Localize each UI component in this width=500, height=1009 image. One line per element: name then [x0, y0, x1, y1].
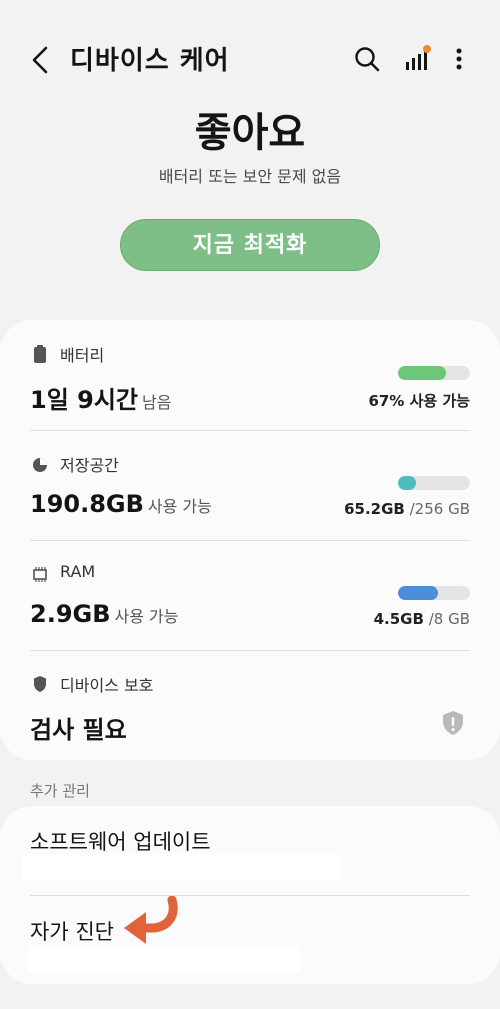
memory-chip-icon	[33, 567, 47, 582]
ram-value: 2.9GB 사용 가능	[30, 600, 179, 628]
more-vertical-icon[interactable]	[448, 44, 470, 74]
battery-label: 배터리	[60, 346, 105, 365]
divider	[30, 650, 470, 651]
battery-value: 1일 9시간 남음	[30, 386, 172, 414]
page-title: 디바이스 케어	[70, 46, 230, 76]
storage-label: 저장공간	[60, 456, 119, 475]
storage-value: 190.8GB 사용 가능	[30, 490, 212, 518]
storage-unit: 사용 가능	[147, 497, 212, 516]
optimize-now-button[interactable]: 지금 최적화	[120, 219, 380, 271]
software-update-item[interactable]: 소프트웨어 업데이트	[30, 826, 211, 856]
extra-management-card: 소프트웨어 업데이트 자가 진단	[0, 806, 500, 984]
divider	[30, 895, 470, 896]
battery-bar	[398, 366, 470, 380]
section-label-extra: 추가 관리	[30, 782, 90, 800]
status-title: 좋아요	[194, 110, 306, 156]
device-status-card: 배터리 1일 9시간 남음 67% 사용 가능 저장공간 190.8GB 사용 가능…	[0, 320, 500, 760]
back-arrow-icon[interactable]	[26, 44, 54, 76]
signal-bars-icon[interactable]	[402, 44, 432, 74]
warning-shield-icon	[443, 711, 463, 735]
device-protection-value: 검사 필요	[30, 716, 127, 744]
storage-bar-fill	[398, 476, 416, 490]
self-diagnosis-item[interactable]: 자가 진단	[30, 916, 114, 946]
ram-bar	[398, 586, 470, 600]
ram-unit: 사용 가능	[114, 607, 179, 626]
battery-unit: 남음	[142, 393, 172, 412]
battery-bar-fill	[398, 366, 447, 380]
battery-icon	[34, 345, 46, 363]
ram-label: RAM	[60, 562, 96, 581]
device-protection-label: 디바이스 보호	[60, 676, 154, 695]
search-icon[interactable]	[352, 44, 382, 74]
ram-usage: 4.5GB /8 GB	[373, 610, 470, 628]
storage-bar	[398, 476, 470, 490]
divider	[30, 430, 470, 431]
battery-available: 67% 사용 가능	[368, 392, 470, 410]
pointer-arrow-icon	[124, 896, 178, 944]
divider	[30, 540, 470, 541]
storage-pie-icon	[33, 458, 47, 472]
redacted-subtext	[22, 854, 340, 880]
status-subtitle: 배터리 또는 보안 문제 없음	[158, 167, 342, 186]
ram-bar-fill	[398, 586, 439, 600]
shield-icon	[34, 676, 46, 692]
redacted-subtext	[28, 946, 300, 972]
storage-usage: 65.2GB /256 GB	[344, 500, 470, 518]
device-protection-item[interactable]: 디바이스 보호 검사 필요	[0, 666, 500, 776]
